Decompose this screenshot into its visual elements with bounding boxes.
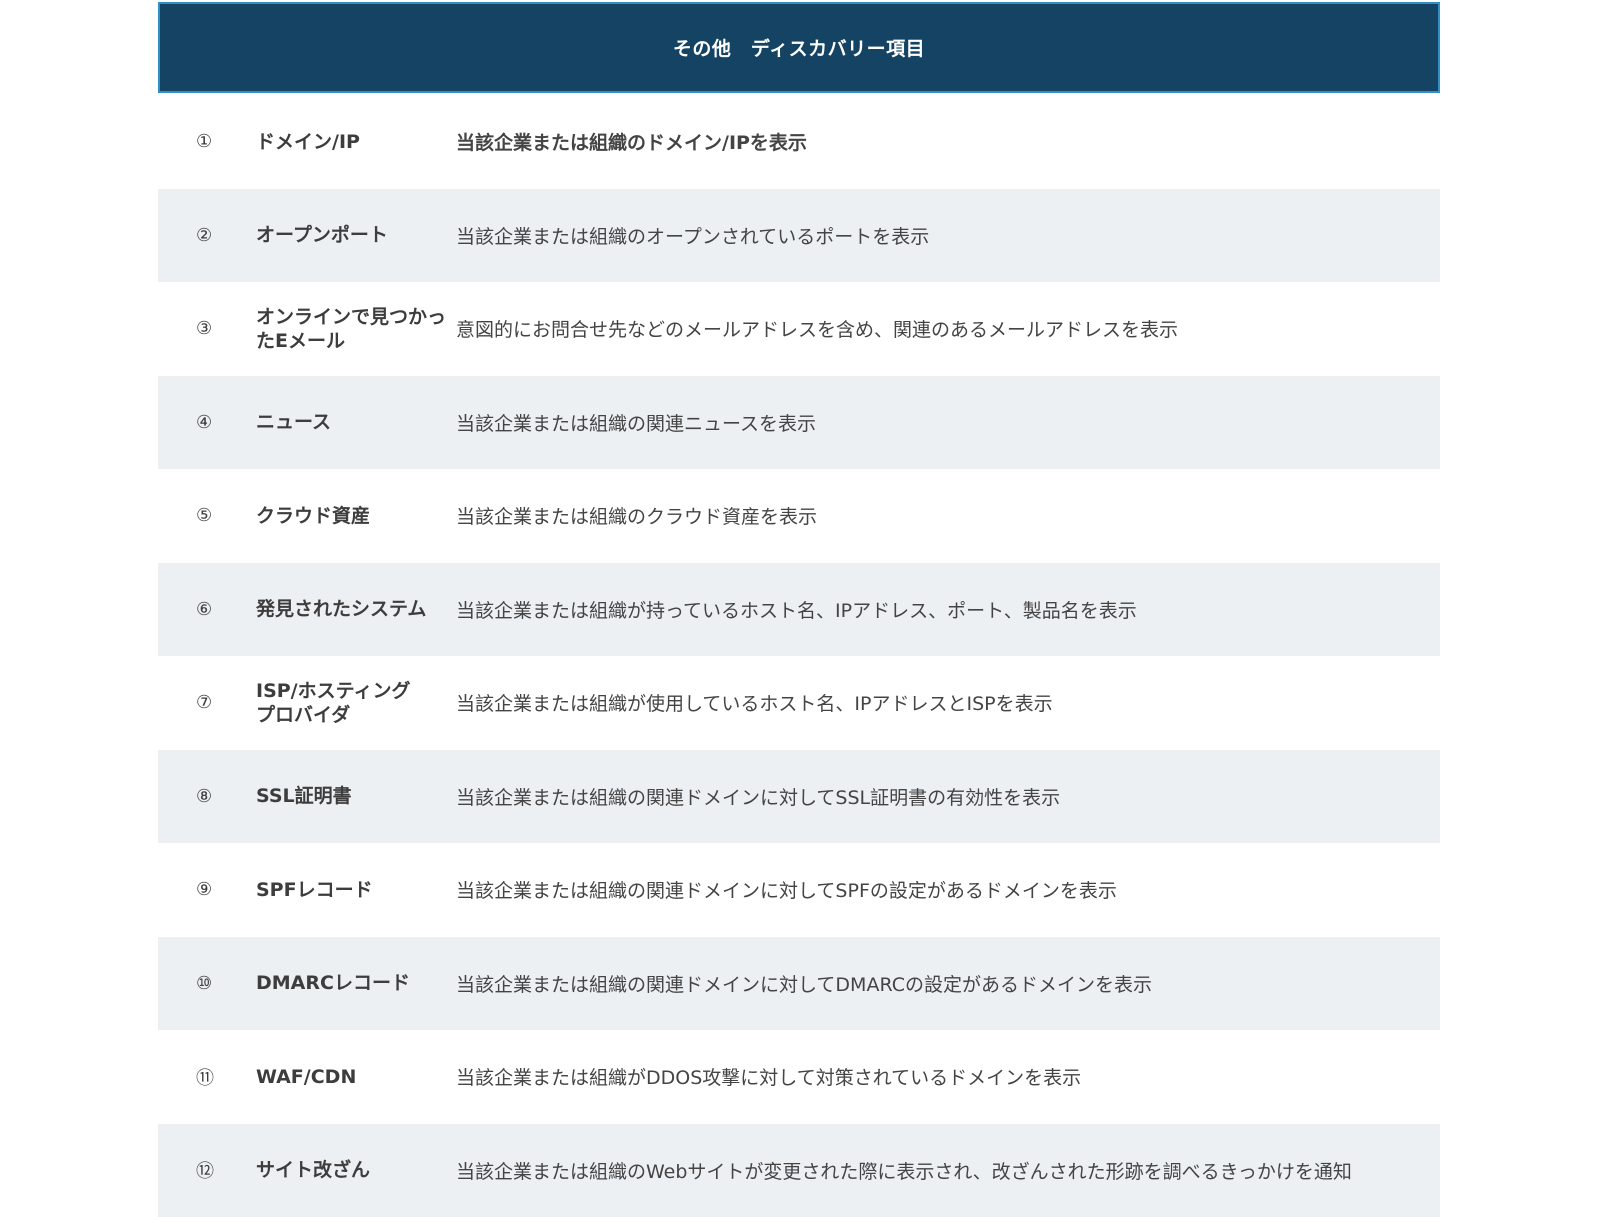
discovery-table: その他 ディスカバリー項目 ① ドメイン/IP 当該企業または組織のドメイン/I… [158, 2, 1440, 1217]
row-description: 当該企業または組織の関連ドメインに対してSPFの設定があるドメインを表示 [456, 876, 1440, 903]
row-number: ⑪ [158, 1064, 256, 1090]
row-number: ⑩ [158, 973, 256, 994]
table-body: ① ドメイン/IP 当該企業または組織のドメイン/IPを表示 ② オープンポート… [158, 95, 1440, 1217]
table-row: ② オープンポート 当該企業または組織のオープンされているポートを表示 [158, 189, 1440, 283]
table-header: その他 ディスカバリー項目 [158, 2, 1440, 93]
row-number: ⑧ [158, 786, 256, 807]
row-number: ⑦ [158, 692, 256, 713]
table-row: ③ オンラインで見つかっ たEメール 意図的にお問合せ先などのメールアドレスを含… [158, 282, 1440, 376]
row-item-name: ドメイン/IP [256, 130, 456, 154]
row-item-name: DMARCレコード [256, 971, 456, 995]
row-description: 当該企業または組織のWebサイトが変更された際に表示され、改ざんされた形跡を調べ… [456, 1157, 1440, 1184]
table-row: ④ ニュース 当該企業または組織の関連ニュースを表示 [158, 376, 1440, 470]
row-item-name: クラウド資産 [256, 504, 456, 528]
row-description: 当該企業または組織がDDOS攻撃に対して対策されているドメインを表示 [456, 1063, 1440, 1090]
row-number: ① [158, 131, 256, 152]
table-row: ⑤ クラウド資産 当該企業または組織のクラウド資産を表示 [158, 469, 1440, 563]
row-item-name: SSL証明書 [256, 784, 456, 808]
table-row: ⑦ ISP/ホスティング プロバイダ 当該企業または組織が使用しているホスト名、… [158, 656, 1440, 750]
row-item-name: オープンポート [256, 223, 456, 247]
row-item-name: サイト改ざん [256, 1158, 456, 1182]
table-row: ⑥ 発見されたシステム 当該企業または組織が持っているホスト名、IPアドレス、ポ… [158, 563, 1440, 657]
row-description: 当該企業または組織のドメイン/IPを表示 [456, 128, 1440, 155]
row-number: ⑫ [158, 1157, 256, 1183]
row-description: 当該企業または組織が使用しているホスト名、IPアドレスとISPを表示 [456, 689, 1440, 716]
table-row: ⑪ WAF/CDN 当該企業または組織がDDOS攻撃に対して対策されているドメイ… [158, 1030, 1440, 1124]
table-title: その他 ディスカバリー項目 [673, 34, 925, 61]
row-description: 当該企業または組織の関連ドメインに対してSSL証明書の有効性を表示 [456, 783, 1440, 810]
row-description: 当該企業または組織が持っているホスト名、IPアドレス、ポート、製品名を表示 [456, 596, 1440, 623]
row-item-name: ニュース [256, 410, 456, 434]
row-item-name: 発見されたシステム [256, 597, 456, 621]
row-item-name: SPFレコード [256, 878, 456, 902]
row-description: 当該企業または組織のオープンされているポートを表示 [456, 222, 1440, 249]
row-number: ⑤ [158, 505, 256, 526]
row-number: ④ [158, 412, 256, 433]
table-row: ⑧ SSL証明書 当該企業または組織の関連ドメインに対してSSL証明書の有効性を… [158, 750, 1440, 844]
table-row: ⑩ DMARCレコード 当該企業または組織の関連ドメインに対してDMARCの設定… [158, 937, 1440, 1031]
row-description: 当該企業または組織の関連ニュースを表示 [456, 409, 1440, 436]
table-row: ⑫ サイト改ざん 当該企業または組織のWebサイトが変更された際に表示され、改ざ… [158, 1124, 1440, 1217]
table-row: ① ドメイン/IP 当該企業または組織のドメイン/IPを表示 [158, 95, 1440, 189]
row-description: 当該企業または組織のクラウド資産を表示 [456, 502, 1440, 529]
row-number: ③ [158, 318, 256, 339]
row-number: ⑥ [158, 599, 256, 620]
row-item-name: WAF/CDN [256, 1065, 456, 1089]
row-number: ⑨ [158, 879, 256, 900]
row-item-name: ISP/ホスティング プロバイダ [256, 679, 456, 727]
table-row: ⑨ SPFレコード 当該企業または組織の関連ドメインに対してSPFの設定があるド… [158, 843, 1440, 937]
row-description: 意図的にお問合せ先などのメールアドレスを含め、関連のあるメールアドレスを表示 [456, 315, 1440, 342]
row-description: 当該企業または組織の関連ドメインに対してDMARCの設定があるドメインを表示 [456, 970, 1440, 997]
row-number: ② [158, 225, 256, 246]
row-item-name: オンラインで見つかっ たEメール [256, 305, 456, 353]
